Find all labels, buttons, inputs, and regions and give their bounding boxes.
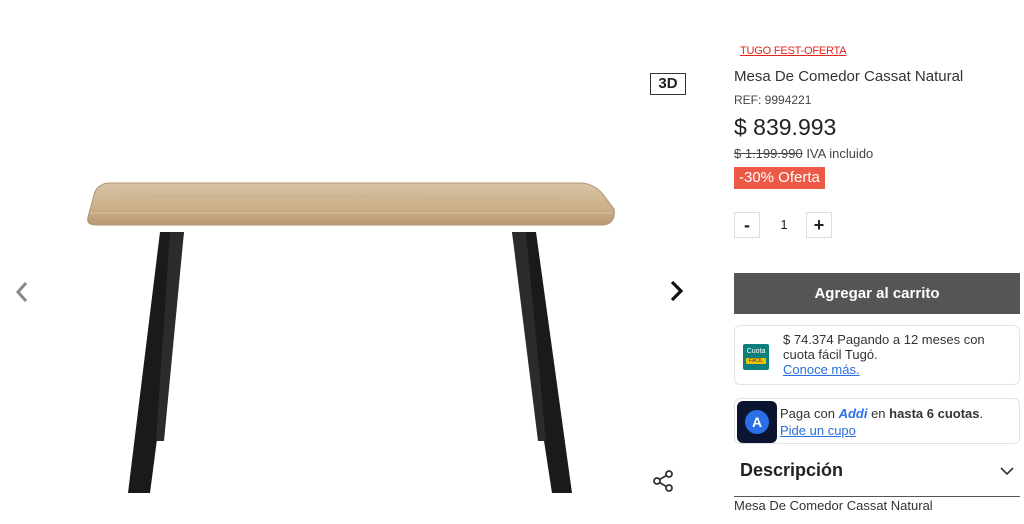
product-title: Mesa De Comedor Cassat Natural bbox=[734, 68, 964, 85]
discount-badge: -30% Oferta bbox=[734, 167, 825, 189]
addi-prefix: Paga con bbox=[780, 406, 835, 421]
addi-text: Paga con Addi en hasta 6 cuotas. bbox=[780, 405, 1016, 422]
addi-middle: en bbox=[871, 406, 886, 421]
description-heading[interactable]: Descripción bbox=[740, 460, 843, 481]
addi-logo: A bbox=[737, 401, 777, 443]
old-price-row: $ 1.199.990 IVA incluido bbox=[734, 146, 873, 161]
addi-bold: hasta 6 cuotas bbox=[889, 406, 980, 421]
product-price: $ 839.993 bbox=[734, 114, 837, 140]
decrease-quantity-button[interactable]: - bbox=[734, 212, 760, 238]
3d-view-button[interactable]: 3D bbox=[650, 73, 686, 95]
financing-text: $ 74.374 Pagando a 12 meses con cuota fá… bbox=[783, 332, 985, 362]
iva-label: IVA incluido bbox=[806, 146, 874, 161]
chevron-down-icon[interactable] bbox=[1000, 466, 1014, 476]
chevron-right-icon[interactable] bbox=[669, 279, 685, 303]
addi-text-block: Paga con Addi en hasta 6 cuotas. Pide un… bbox=[780, 405, 1016, 439]
description-divider bbox=[734, 496, 1020, 497]
cuota-logo-bottom: FÁCIL bbox=[746, 358, 766, 364]
cuota-facil-logo: Cuota FÁCIL bbox=[743, 344, 769, 370]
increase-quantity-button[interactable]: + bbox=[806, 212, 832, 238]
addi-card: A Paga con Addi en hasta 6 cuotas. Pide … bbox=[734, 398, 1020, 444]
addi-brand: Addi bbox=[838, 406, 868, 421]
addi-logo-letter: A bbox=[745, 410, 769, 434]
promo-link[interactable]: TUGO FEST-OFERTA bbox=[740, 45, 847, 57]
product-gallery: 3D bbox=[0, 0, 720, 524]
addi-suffix: . bbox=[979, 406, 984, 421]
old-price: $ 1.199.990 bbox=[734, 146, 803, 161]
addi-link[interactable]: Pide un cupo bbox=[780, 422, 1016, 439]
quantity-value[interactable]: 1 bbox=[772, 212, 796, 238]
product-ref: REF: 9994221 bbox=[734, 93, 812, 107]
add-to-cart-button[interactable]: Agregar al carrito bbox=[734, 273, 1020, 314]
financing-text-block: $ 74.374 Pagando a 12 meses con cuota fá… bbox=[783, 332, 1013, 377]
cuota-logo-top: Cuota bbox=[746, 348, 766, 355]
share-icon[interactable] bbox=[651, 469, 675, 493]
financing-link[interactable]: Conoce más. bbox=[783, 362, 1013, 377]
financing-card: Cuota FÁCIL $ 74.374 Pagando a 12 meses … bbox=[734, 325, 1020, 385]
dining-table-image bbox=[87, 182, 615, 493]
chevron-left-icon[interactable] bbox=[14, 281, 30, 303]
description-text: Mesa De Comedor Cassat Natural bbox=[734, 498, 933, 513]
